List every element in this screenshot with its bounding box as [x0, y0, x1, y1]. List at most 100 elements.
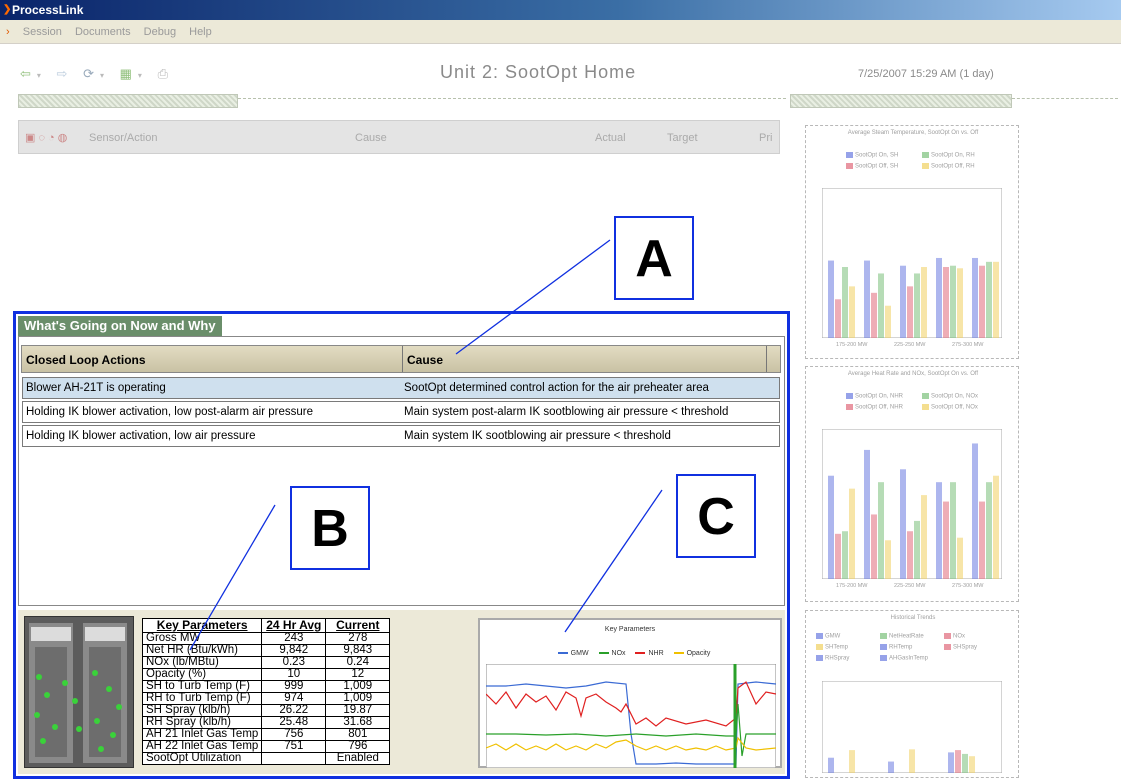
filter-icons[interactable]: ▣ ◌ ◔ ◍	[25, 121, 67, 155]
table-row[interactable]: Blower AH-21T is operating SootOpt deter…	[22, 377, 780, 399]
mini-bar	[900, 265, 906, 338]
param-current: 801	[325, 728, 391, 741]
mini-legend-item: RHSpray	[816, 655, 849, 662]
print-icon[interactable]: ⎙	[158, 66, 174, 81]
section-tab-left[interactable]	[18, 94, 238, 108]
menu-documents[interactable]: Documents	[75, 26, 131, 38]
mini-x-label: 225-250 MW	[894, 583, 926, 589]
params-row: AH 21 Inlet Gas Temp 756 801	[141, 728, 391, 741]
col-closed-loop-actions[interactable]: Closed Loop Actions	[26, 346, 146, 374]
param-avg: 0.23	[261, 656, 327, 669]
callout-b: B	[290, 486, 370, 570]
mini-legend-item: SootOpt Off, NOx	[922, 404, 978, 411]
legend-swatch	[922, 404, 929, 410]
mini-bar	[986, 261, 992, 338]
mini-legend-label: GMW	[825, 633, 841, 640]
mini-bar	[914, 273, 920, 338]
params-row: SootOpt Utilization Enabled	[141, 752, 391, 765]
mini-bar	[878, 273, 884, 338]
mini-x-label: 225-250 MW	[894, 342, 926, 348]
legend-swatch	[673, 652, 684, 655]
section-tab-right[interactable]	[790, 94, 1012, 108]
legend-swatch	[880, 655, 887, 661]
mini-legend-item: SootOpt Off, NHR	[846, 404, 903, 411]
mini-legend-label: SootOpt On, SH	[855, 152, 899, 159]
chart-dropdown-icon[interactable]: ▾	[138, 71, 148, 80]
legend-swatch	[846, 152, 853, 158]
boiler-diagram-svg	[25, 617, 133, 767]
col-cause[interactable]: Cause	[402, 346, 443, 372]
chart-icon[interactable]: ▦	[120, 66, 138, 81]
mini-bar	[914, 520, 920, 579]
param-avg: 756	[261, 728, 327, 741]
param-name: RH Spray (klb/h)	[141, 716, 263, 729]
mini-legend-label: AHGasInTemp	[889, 655, 929, 662]
menu-debug[interactable]: Debug	[144, 26, 176, 38]
legend-swatch	[944, 633, 951, 639]
mini-legend-item: SootOpt On, NOx	[922, 393, 978, 400]
mini-plot	[822, 429, 1002, 579]
legend-gmw: GMW	[570, 650, 589, 657]
mini-bar	[972, 257, 978, 338]
mini-legend-label: RHTemp	[889, 644, 913, 651]
params-row: Net HR (Btu/kWh) 9,842 9,843	[141, 644, 391, 657]
mini-legend-label: SootOpt Off, NHR	[855, 404, 903, 411]
mini-plot	[822, 188, 1002, 338]
faded-col-actual: Actual	[595, 132, 626, 144]
mini-bar	[885, 305, 891, 338]
legend-swatch	[922, 163, 929, 169]
menu-session[interactable]: Session	[23, 26, 62, 38]
mini-bar	[878, 482, 884, 579]
app-logo-icon: ❯	[3, 4, 12, 15]
faded-col-sensor: Sensor/Action	[89, 132, 158, 144]
mini-legend-item: RHTemp	[880, 644, 912, 651]
mini-chart-title: Historical Trends	[890, 615, 936, 621]
action-cell: Holding IK blower activation, low post-a…	[26, 406, 313, 418]
steam-temperature-chart[interactable]: Average Steam Temperature, SootOpt On vs…	[805, 125, 1019, 359]
param-current: 1,009	[325, 692, 391, 705]
params-row: AH 22 Inlet Gas Temp 751 796	[141, 740, 391, 753]
legend-swatch	[846, 404, 853, 410]
boiler-diagram-image[interactable]	[24, 616, 134, 768]
mini-legend-label: SootOpt Off, SH	[855, 163, 899, 170]
param-current: 796	[325, 740, 391, 753]
toolbar: ⇦▾ ⇨ ⟳▾ ▦▾ ⎙ Unit 2: SootOpt Home 7/25/2…	[0, 44, 1121, 92]
params-col-name: Key Parameters	[141, 618, 263, 633]
back-icon[interactable]: ⇦	[20, 66, 37, 81]
mini-bar	[979, 265, 985, 338]
mini-legend-item: NOx	[944, 633, 965, 640]
menu-help[interactable]: Help	[189, 26, 212, 38]
param-avg: 10	[261, 668, 327, 681]
back-dropdown-icon[interactable]: ▾	[37, 71, 47, 80]
historical-trends-chart[interactable]: Historical Trends GMW NetHeatRate NOx SHTemp…	[805, 610, 1019, 778]
legend-swatch	[880, 644, 887, 650]
mini-bar	[936, 482, 942, 579]
params-col-avg: 24 Hr Avg	[261, 618, 327, 633]
param-current: 31.68	[325, 716, 391, 729]
key-parameters-trend[interactable]: Key Parameters GMW NOx NHR Opacity	[478, 618, 782, 768]
mini-bar	[885, 540, 891, 579]
param-name: Gross MW	[141, 632, 263, 645]
refresh-dropdown-icon[interactable]: ▾	[100, 71, 110, 80]
date-range[interactable]: 7/25/2007 15:29 AM (1 day)	[858, 68, 994, 80]
table-row[interactable]: Holding IK blower activation, low air pr…	[22, 425, 780, 447]
whats-going-on-panel: What's Going on Now and Why Closed Loop …	[13, 311, 790, 779]
cause-cell: Main system post-alarm IK sootblowing ai…	[404, 406, 729, 418]
mini-legend-label: RHSpray	[825, 655, 850, 662]
callout-a: A	[614, 216, 694, 300]
table-row[interactable]: Holding IK blower activation, low post-a…	[22, 401, 780, 423]
actions-table-header: Closed Loop Actions Cause	[21, 345, 781, 373]
legend-swatch	[846, 393, 853, 399]
forward-icon[interactable]: ⇨	[57, 66, 74, 81]
legend-swatch	[557, 652, 568, 655]
legend-swatch	[598, 652, 609, 655]
legend-swatch	[816, 644, 823, 650]
param-avg: 25.48	[261, 716, 327, 729]
mini-bar	[950, 482, 956, 579]
param-current: 9,843	[325, 644, 391, 657]
mini-bar	[962, 753, 968, 773]
heat-rate-nox-chart[interactable]: Average Heat Rate and NOx, SootOpt On vs…	[805, 366, 1019, 602]
refresh-icon[interactable]: ⟳	[83, 66, 100, 81]
mini-bar	[972, 443, 978, 579]
legend-swatch	[922, 152, 929, 158]
